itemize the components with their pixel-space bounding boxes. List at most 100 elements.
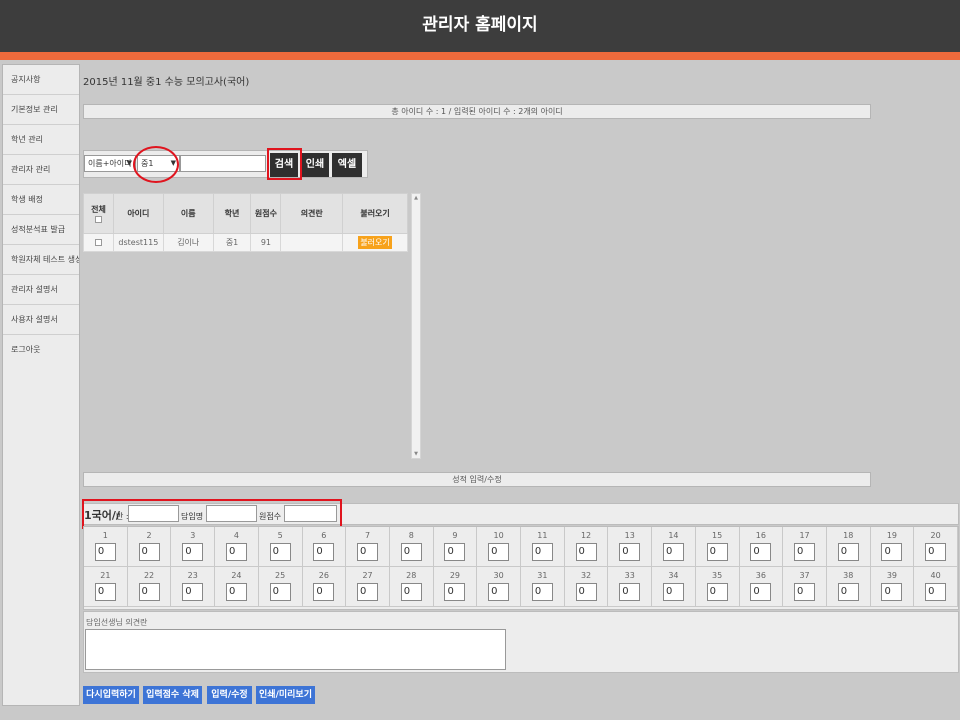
answer-input[interactable]: 0 [575, 543, 597, 561]
opinion-panel: 담임선생님 의견란 [83, 611, 959, 673]
sidebar-item-logout[interactable]: 로그아웃 [3, 335, 79, 365]
answer-number: 25 [275, 571, 286, 580]
summary-bar: 총 아이디 수 : 1 / 입력된 아이디 수 : 2개의 아이디 [83, 104, 871, 119]
sidebar-item-admins[interactable]: 관리자 관리 [3, 155, 79, 185]
answer-input[interactable]: 0 [444, 543, 466, 561]
reenter-button[interactable]: 다시입력하기 [83, 686, 139, 704]
answer-number: 16 [755, 531, 766, 540]
answer-number: 27 [362, 571, 373, 580]
answer-cell: 10 [84, 527, 128, 567]
answer-input[interactable]: 0 [794, 583, 816, 601]
search-type-select[interactable]: 이름+아이디 ▼ [84, 155, 136, 172]
answer-input[interactable]: 0 [400, 543, 422, 561]
delete-scores-button[interactable]: 입력점수 삭제 [143, 686, 202, 704]
opinion-textarea[interactable] [85, 629, 506, 670]
answer-input[interactable]: 0 [357, 583, 379, 601]
answer-input[interactable]: 0 [357, 543, 379, 561]
excel-button[interactable]: 엑셀 [332, 153, 362, 177]
answer-number: 8 [408, 531, 414, 540]
sidebar-item-student-assign[interactable]: 학생 배정 [3, 185, 79, 215]
header-grade: 학년 [212, 193, 252, 234]
answer-input[interactable]: 0 [225, 543, 247, 561]
sidebar-item-test-create[interactable]: 학원자체 테스트 생성 [3, 245, 79, 275]
answer-input[interactable]: 0 [182, 543, 204, 561]
select-all-checkbox[interactable] [94, 215, 102, 223]
answer-input[interactable]: 0 [488, 583, 510, 601]
answer-input[interactable]: 0 [444, 583, 466, 601]
row-checkbox[interactable] [94, 239, 102, 246]
print-preview-button[interactable]: 인쇄/미리보기 [256, 686, 315, 704]
answer-input[interactable]: 0 [94, 583, 116, 601]
header-select-all: 전체 [83, 193, 114, 234]
answer-input[interactable]: 0 [662, 543, 684, 561]
answer-cell: 29 0 [433, 567, 478, 607]
answer-number: 15 [712, 531, 723, 540]
answer-number: 37 [799, 571, 810, 580]
answer-number: 22 [143, 571, 155, 580]
cell-grade: 중1 [212, 233, 252, 252]
sidebar-item-user-manual[interactable]: 사용자 설명서 [3, 305, 79, 335]
answer-cell: 50 [258, 527, 303, 567]
answer-input[interactable]: 0 [182, 583, 204, 601]
student-table-panel: 전체 아이디 이름 학년 원점수 의견란 불러오기 dstest115 김이나 … [83, 193, 410, 459]
answer-input[interactable]: 0 [269, 583, 291, 601]
answer-input[interactable]: 0 [881, 543, 903, 561]
header: 관리자 홈페이지 [0, 0, 960, 52]
answer-input[interactable]: 0 [488, 543, 510, 561]
answer-cell: 90 [433, 527, 478, 567]
header-load: 불러오기 [342, 193, 408, 234]
answer-input[interactable]: 0 [662, 583, 684, 601]
table-row[interactable]: dstest115 김이나 중1 91 불러오기 [83, 233, 408, 252]
answer-number: 17 [799, 531, 810, 540]
answer-input[interactable]: 0 [619, 583, 641, 601]
table-scrollbar[interactable]: ▲ ▼ [411, 193, 421, 459]
answer-input[interactable]: 0 [706, 543, 728, 561]
answer-input[interactable]: 0 [837, 583, 859, 601]
answer-input[interactable]: 0 [94, 543, 116, 561]
answer-input[interactable]: 0 [619, 543, 641, 561]
sidebar-item-notices[interactable]: 공지사항 [3, 65, 79, 95]
answer-input[interactable]: 0 [225, 583, 247, 601]
answer-input[interactable]: 0 [575, 583, 597, 601]
edit-button[interactable]: 입력/수정 [207, 686, 252, 704]
sidebar-item-grades[interactable]: 학년 관리 [3, 125, 79, 155]
answer-input[interactable]: 0 [313, 583, 335, 601]
cell-load: 불러오기 [342, 233, 408, 252]
scroll-down-icon[interactable]: ▼ [412, 451, 420, 457]
answer-cell: 14 0 [652, 527, 696, 567]
sidebar-item-basic-info[interactable]: 기본정보 관리 [3, 95, 79, 125]
answer-number: 4 [233, 531, 239, 540]
search-input[interactable] [180, 155, 266, 172]
load-button[interactable]: 불러오기 [358, 236, 393, 249]
answer-input[interactable]: 0 [138, 543, 160, 561]
sidebar-item-report-issue[interactable]: 성적분석표 발급 [3, 215, 79, 245]
answer-input[interactable]: 0 [837, 543, 859, 561]
scroll-up-icon[interactable]: ▲ [412, 195, 420, 201]
answer-input[interactable]: 0 [925, 543, 947, 561]
answer-number: 3 [190, 531, 196, 540]
answer-cell: 19 0 [870, 527, 915, 567]
answer-input[interactable]: 0 [925, 583, 947, 601]
answer-input[interactable]: 0 [794, 543, 816, 561]
answer-input[interactable]: 0 [531, 543, 553, 561]
answer-input[interactable]: 0 [531, 583, 553, 601]
sidebar: 공지사항 기본정보 관리 학년 관리 관리자 관리 학생 배정 성적분석표 발급… [2, 64, 80, 706]
header-opinion: 의견란 [280, 193, 344, 234]
answer-number: 28 [406, 571, 417, 580]
answer-input[interactable]: 0 [881, 583, 903, 601]
answer-input[interactable]: 0 [750, 583, 772, 601]
answer-input[interactable]: 0 [706, 583, 728, 601]
answer-number: 20 [930, 531, 941, 540]
answer-input[interactable]: 0 [750, 543, 772, 561]
answer-input[interactable]: 0 [269, 543, 291, 561]
sidebar-item-admin-manual[interactable]: 관리자 설명서 [3, 275, 79, 305]
print-button[interactable]: 인쇄 [301, 153, 329, 177]
accent-bar [0, 52, 960, 60]
row-checkbox-cell [83, 233, 114, 252]
answer-cell: 18 0 [826, 527, 871, 567]
page-title: 2015년 11월 중1 수능 모의고사(국어) [83, 77, 250, 88]
answer-input[interactable]: 0 [400, 583, 422, 601]
answer-input[interactable]: 0 [313, 543, 335, 561]
answer-input[interactable]: 0 [138, 583, 160, 601]
answer-cell: 40 0 [914, 567, 958, 607]
